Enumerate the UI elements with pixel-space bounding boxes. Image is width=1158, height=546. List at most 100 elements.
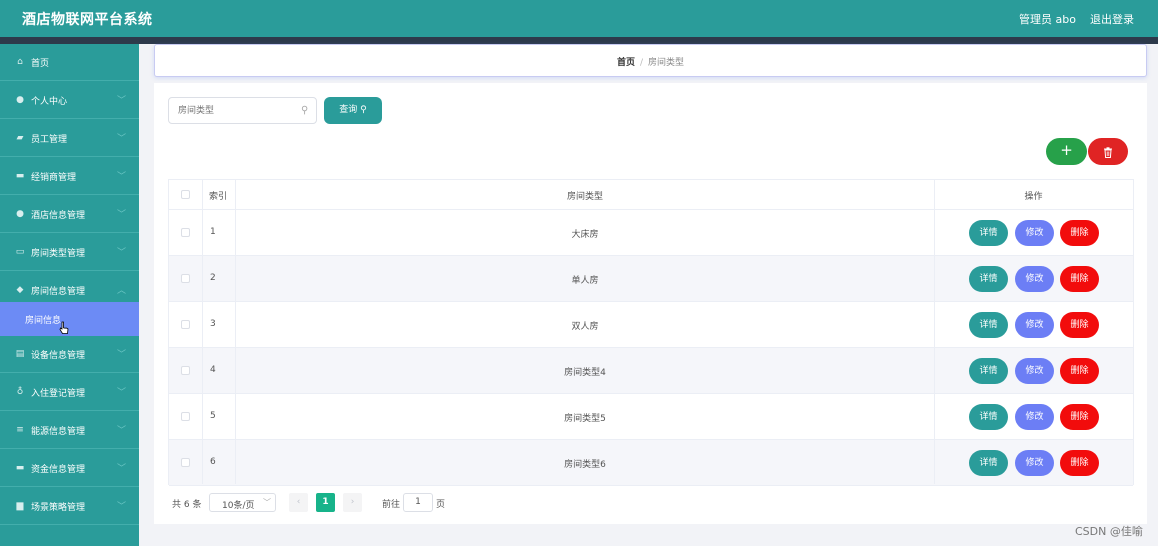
sidebar-item-dealer[interactable]: ▬ 经销商管理 ﹀	[0, 158, 139, 195]
detail-button[interactable]: 详情	[969, 450, 1008, 476]
sidebar-item-label: 房间类型管理	[31, 249, 86, 259]
row-room-type: 房间类型5	[564, 414, 606, 424]
query-button[interactable]: 查询 ⚲	[324, 97, 382, 124]
delete-button[interactable]: 删除	[1060, 450, 1099, 476]
batch-delete-button[interactable]	[1088, 138, 1128, 165]
trash-icon	[1104, 146, 1112, 158]
row-room-type: 房间类型6	[564, 460, 606, 470]
sidebar-item-home[interactable]: ⌂ 首页	[0, 44, 139, 81]
delete-button[interactable]: 删除	[1060, 404, 1099, 430]
sidebar-item-label: 个人中心	[31, 97, 68, 107]
detail-button[interactable]: 详情	[969, 266, 1008, 292]
pagination: 共 6 条 10条/页 ﹀ ‹ 1 › 前往 1 页	[168, 493, 768, 513]
detail-button[interactable]: 详情	[969, 312, 1008, 338]
search-icon: ⚲	[301, 105, 309, 116]
column-divider	[235, 180, 236, 484]
row-checkbox[interactable]	[181, 412, 190, 421]
edit-button[interactable]: 修改	[1015, 358, 1054, 384]
query-button-label: 查询	[339, 105, 358, 115]
sidebar-item-funds[interactable]: ▬ 资金信息管理 ﹀	[0, 450, 139, 487]
watermark: CSDN @佳喻	[1075, 525, 1143, 538]
row-checkbox[interactable]	[181, 320, 190, 329]
row-index: 1	[210, 227, 216, 237]
microphone-icon: ♁	[16, 387, 24, 397]
edit-button[interactable]: 修改	[1015, 450, 1054, 476]
pointer-cursor-icon	[59, 321, 69, 334]
detail-button[interactable]: 详情	[969, 220, 1008, 246]
sidebar-item-label: 经销商管理	[31, 173, 77, 183]
header-index: 索引	[209, 192, 228, 202]
table-header: 索引 房间类型 操作	[169, 180, 1133, 210]
card-icon: ▭	[15, 247, 25, 257]
row-index: 2	[210, 273, 216, 283]
edit-button[interactable]: 修改	[1015, 404, 1054, 430]
edit-button[interactable]: 修改	[1015, 266, 1054, 292]
delete-button[interactable]: 删除	[1060, 220, 1099, 246]
sidebar-item-room-type[interactable]: ▭ 房间类型管理 ﹀	[0, 234, 139, 271]
row-index: 3	[210, 319, 216, 329]
sidebar-item-label: 员工管理	[31, 135, 68, 145]
sidebar-subitem-room-info[interactable]: 房间信息	[0, 302, 139, 336]
row-checkbox[interactable]	[181, 458, 190, 467]
breadcrumb-separator: /	[639, 58, 644, 68]
sidebar-item-hotel-info[interactable]: ● 酒店信息管理 ﹀	[0, 196, 139, 233]
pin-icon: ◆	[16, 285, 24, 295]
breadcrumb-home[interactable]: 首页	[617, 58, 635, 68]
row-checkbox[interactable]	[181, 228, 190, 237]
table-row: 6 房间类型6 详情 修改 删除	[169, 440, 1133, 486]
delete-button[interactable]: 删除	[1060, 266, 1099, 292]
row-checkbox[interactable]	[181, 274, 190, 283]
chevron-up-icon: ︿	[117, 286, 127, 296]
sidebar-item-label: 能源信息管理	[31, 427, 86, 437]
edit-button[interactable]: 修改	[1015, 220, 1054, 246]
home-icon: ⌂	[17, 57, 23, 67]
app-title: 酒店物联网平台系统	[22, 12, 153, 28]
sidebar-item-scene[interactable]: ▆ 场景策略管理 ﹀	[0, 488, 139, 525]
next-page-button[interactable]: ›	[343, 493, 362, 512]
sidebar-item-device[interactable]: ▤ 设备信息管理 ﹀	[0, 336, 139, 373]
page-unit-label: 页	[436, 500, 446, 510]
table-row: 5 房间类型5 详情 修改 删除	[169, 394, 1133, 440]
header-strip	[0, 37, 1158, 44]
select-all-checkbox[interactable]	[181, 190, 190, 199]
delete-button[interactable]: 删除	[1060, 358, 1099, 384]
chevron-down-icon: ﹀	[117, 210, 127, 220]
row-checkbox[interactable]	[181, 366, 190, 375]
sidebar-item-staff[interactable]: ▰ 员工管理 ﹀	[0, 120, 139, 157]
row-index: 4	[210, 365, 216, 375]
page-size-select[interactable]: 10条/页 ﹀	[209, 493, 276, 512]
breadcrumb-current: 房间类型	[648, 58, 685, 68]
goto-label: 前往	[382, 500, 401, 510]
row-index: 5	[210, 411, 216, 421]
row-room-type: 单人房	[571, 276, 599, 286]
row-index: 6	[210, 457, 216, 467]
prev-page-button[interactable]: ‹	[289, 493, 308, 512]
sidebar-item-label: 首页	[31, 59, 50, 69]
search-field[interactable]: ⚲	[168, 97, 317, 124]
sidebar-item-personal-center[interactable]: ● 个人中心 ﹀	[0, 82, 139, 119]
edit-button[interactable]: 修改	[1015, 312, 1054, 338]
row-room-type: 双人房	[571, 322, 599, 332]
page-size-value: 10条/页	[222, 501, 255, 511]
chevron-down-icon: ﹀	[117, 248, 127, 258]
delete-button[interactable]: 删除	[1060, 312, 1099, 338]
column-divider	[934, 180, 935, 484]
search-input[interactable]	[178, 103, 298, 118]
chevron-down-icon: ﹀	[263, 498, 271, 507]
detail-button[interactable]: 详情	[969, 404, 1008, 430]
folder-icon: ▆	[16, 501, 24, 511]
chevron-down-icon: ﹀	[117, 350, 127, 360]
add-button[interactable]: +	[1046, 138, 1087, 165]
header-actions: 操作	[1024, 192, 1043, 202]
sidebar-item-checkin[interactable]: ♁ 入住登记管理 ﹀	[0, 374, 139, 411]
document-icon: ▤	[15, 349, 25, 359]
goto-page-input[interactable]: 1	[403, 493, 433, 512]
detail-button[interactable]: 详情	[969, 358, 1008, 384]
page-number-current[interactable]: 1	[316, 493, 335, 512]
top-header: 酒店物联网平台系统 管理员 abo 退出登录	[0, 0, 1158, 37]
table-row: 1 大床房 详情 修改 删除	[169, 210, 1133, 256]
user-icon: ●	[16, 95, 24, 105]
sidebar-item-energy[interactable]: ≡ 能源信息管理 ﹀	[0, 412, 139, 449]
logout-link[interactable]: 退出登录	[1090, 11, 1134, 27]
table-row: 3 双人房 详情 修改 删除	[169, 302, 1133, 348]
